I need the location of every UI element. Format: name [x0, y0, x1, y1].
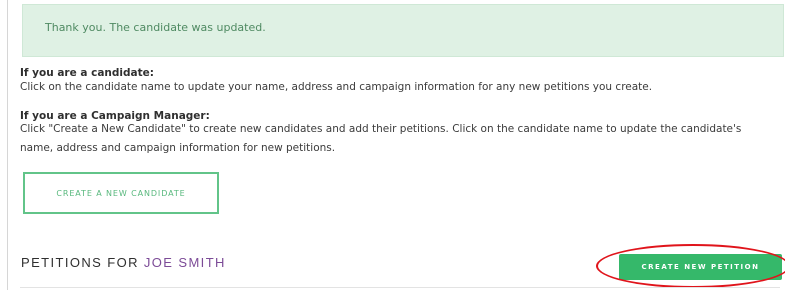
divider [20, 287, 780, 288]
candidate-name-link[interactable]: JOE SMITH [144, 255, 226, 270]
candidate-section-text: Click on the candidate name to update yo… [20, 81, 653, 93]
create-petition-button[interactable]: CREATE NEW PETITION [619, 254, 782, 280]
petitions-heading-prefix: PETITIONS FOR [21, 255, 144, 270]
manager-section-text: Click "Create a New Candidate" to create… [20, 123, 742, 154]
success-message: Thank you. The candidate was updated. [45, 21, 266, 34]
page-content: Thank you. The candidate was updated. If… [7, 0, 785, 290]
create-candidate-button[interactable]: CREATE A NEW CANDIDATE [23, 172, 219, 214]
success-banner: Thank you. The candidate was updated. [22, 4, 784, 57]
petitions-heading: PETITIONS FOR JOE SMITH [21, 255, 226, 270]
